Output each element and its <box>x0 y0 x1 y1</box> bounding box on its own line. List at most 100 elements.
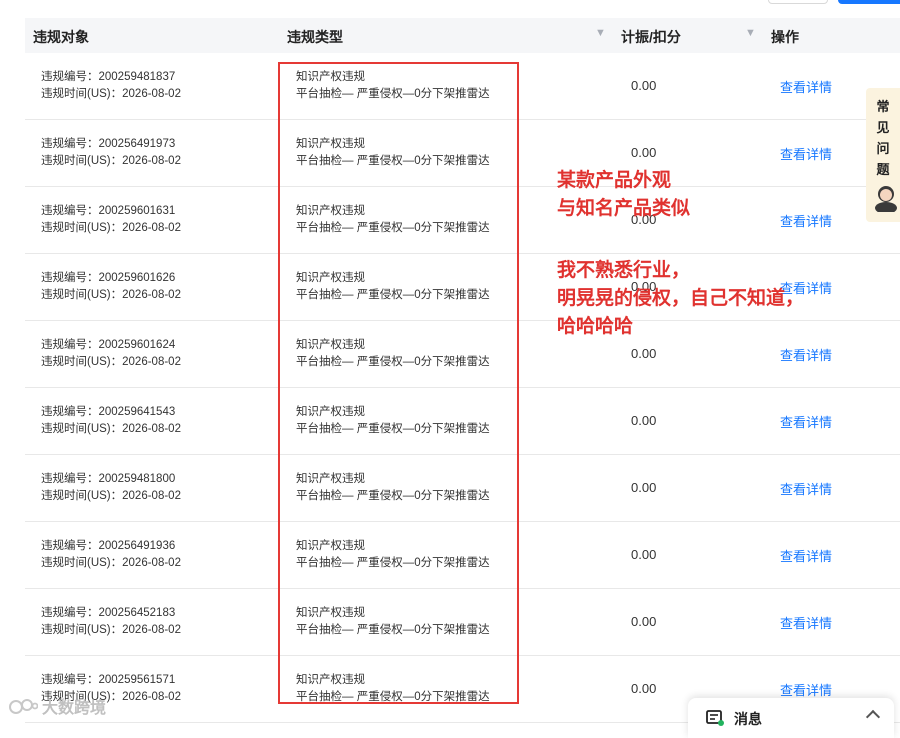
violation-object: 违规编号：200256491936 违规时间(US)：2026-08-02 <box>41 538 181 572</box>
violation-type-main: 知识产权违规 <box>296 607 365 619</box>
violation-score: 0.00 <box>631 413 657 428</box>
top-secondary-button[interactable] <box>768 0 828 4</box>
message-icon <box>706 710 724 726</box>
violation-object: 违规编号：200259601631 违规时间(US)：2026-08-02 <box>41 203 181 237</box>
view-details-link[interactable]: 查看详情 <box>780 546 832 565</box>
header-type: 违规类型 <box>287 29 343 45</box>
message-panel[interactable]: 消息 <box>688 698 894 738</box>
filter-icon[interactable]: ▼ <box>595 27 606 39</box>
violation-type: 知识产权违规 平台抽检— 严重侵权—0分下架推雷达 <box>296 270 490 304</box>
violation-type: 知识产权违规平台抽检— 严重侵权—0分下架推雷达 <box>296 203 490 237</box>
violation-score: 0.00 <box>631 480 657 495</box>
watermark: 大数跨境 <box>42 700 107 717</box>
annotation-line: 与知名产品类似 <box>557 197 691 219</box>
watermark-logo-icon <box>9 699 38 714</box>
table-row: 违规编号：200259481837 违规时间(US)：2026-08-02 知识产权… <box>25 53 900 120</box>
violation-type: 知识产权违规平台抽检— 严重侵权—0分下架推雷达 <box>296 136 490 170</box>
violation-time: 违规时间(US)：2026-08-02 <box>41 423 181 435</box>
violation-id: 违规编号：200259481800 <box>41 473 176 485</box>
violation-type: 知识产权违规平台抽检— 严重侵权—0分下架推雷达 <box>296 672 490 706</box>
filter-icon[interactable]: ▼ <box>745 27 756 39</box>
view-details-link[interactable]: 查看详情 <box>780 77 832 96</box>
view-details-link[interactable]: 查看详情 <box>780 144 832 163</box>
annotation-line: 哈哈哈哈 <box>557 315 634 337</box>
faq-char: 常 <box>876 99 890 114</box>
violation-type-main: 知识产权违规 <box>296 406 365 418</box>
violation-object: 违规编号：200259481837 违规时间(US)：2026-08-02 <box>41 69 181 103</box>
annotation-line: 明晃晃的侵权，自己不知道， <box>557 287 805 309</box>
view-details-link[interactable]: 查看详情 <box>780 613 832 632</box>
violation-time: 违规时间(US)：2026-08-02 <box>41 289 181 301</box>
table-row: 违规编号：200259481800 违规时间(US)：2026-08-02 知识产权… <box>25 455 900 522</box>
header-action: 操作 <box>771 29 799 45</box>
violation-time: 违规时间(US)：2026-08-02 <box>41 557 181 569</box>
violation-time: 违规时间(US)：2026-08-02 <box>41 356 181 368</box>
violation-type-detail: 平台抽检— 严重侵权—0分下架推雷达 <box>296 423 490 435</box>
violation-type: 知识产权违规 平台抽检— 严重侵权—0分下架推雷达 <box>296 337 490 371</box>
table-row: 违规编号：200256452183 违规时间(US)：2026-08-02 知识产权… <box>25 589 900 656</box>
violation-id: 违规编号：200256452183 <box>41 607 176 619</box>
violation-score: 0.00 <box>631 145 657 160</box>
violation-id: 违规编号：200259601624 <box>41 339 176 351</box>
annotation-note-2: 我不熟悉行业， 明晃晃的侵权，自己不知道， 哈哈哈哈 <box>557 256 804 340</box>
annotation-line: 我不熟悉行业， <box>557 259 691 281</box>
annotation-note-1: 某款产品外观 与知名产品类似 <box>557 166 690 222</box>
violation-score: 0.00 <box>631 547 657 562</box>
violation-type: 知识产权违规平台抽检— 严重侵权—0分下架推雷达 <box>296 404 490 438</box>
table-body: 违规编号：200259481837 违规时间(US)：2026-08-02 知识产权… <box>25 53 900 723</box>
view-details-link[interactable]: 查看详情 <box>780 211 832 230</box>
violation-type-detail: 平台抽检— 严重侵权—0分下架推雷达 <box>296 624 490 636</box>
violation-object: 违规编号：200259481800 违规时间(US)：2026-08-02 <box>41 471 181 505</box>
violation-type: 知识产权违规平台抽检— 严重侵权—0分下架推雷达 <box>296 605 490 639</box>
annotation-line: 某款产品外观 <box>557 169 672 191</box>
table-header: 违规对象 违规类型 ▼ 计振/扣分 ▼ 操作 <box>25 18 900 53</box>
table-row: 违规编号：200259601631 违规时间(US)：2026-08-02 知识产权… <box>25 187 900 254</box>
faq-char: 问 <box>876 141 890 156</box>
violation-type-detail: 平台抽检— 严重侵权—0分下架推雷达 <box>296 691 490 703</box>
violation-score: 0.00 <box>631 346 657 361</box>
violations-table: 违规对象 违规类型 ▼ 计振/扣分 ▼ 操作 违规编号：200259481837… <box>25 18 900 723</box>
violation-score: 0.00 <box>631 614 657 629</box>
violation-type-detail: 平台抽检— 严重侵权—0分下架推雷达 <box>296 222 490 234</box>
violation-type-detail: 平台抽检— 严重侵权—0分下架推雷达 <box>296 490 490 502</box>
violation-id: 违规编号：200259481837 <box>41 71 176 83</box>
violation-object: 违规编号：200259641543 违规时间(US)：2026-08-02 <box>41 404 181 438</box>
violation-id: 违规编号：200259601631 <box>41 205 176 217</box>
violation-time: 违规时间(US)：2026-08-02 <box>41 222 181 234</box>
violation-type-main: 知识产权违规 <box>296 138 365 150</box>
violation-type-main: 知识产权违规 <box>296 540 365 552</box>
table-row: 违规编号：200256491936 违规时间(US)：2026-08-02 知识产权… <box>25 522 900 589</box>
violation-type: 知识产权违规平台抽检— 严重侵权—0分下架推雷达 <box>296 471 490 505</box>
table-row: 违规编号：200256491973 违规时间(US)：2026-08-02 知识产权… <box>25 120 900 187</box>
view-details-link[interactable]: 查看详情 <box>780 680 832 699</box>
view-details-link[interactable]: 查看详情 <box>780 412 832 431</box>
view-details-link[interactable]: 查看详情 <box>780 479 832 498</box>
violation-type-main: 知识产权违规 <box>296 674 365 686</box>
violation-time: 违规时间(US)：2026-08-02 <box>41 490 181 502</box>
faq-char: 题 <box>876 162 890 177</box>
violation-time: 违规时间(US)：2026-08-02 <box>41 88 181 100</box>
message-title: 消息 <box>734 711 762 727</box>
violation-object: 违规编号：200256452183 违规时间(US)：2026-08-02 <box>41 605 181 639</box>
faq-char: 见 <box>876 120 890 135</box>
view-details-link[interactable]: 查看详情 <box>780 345 832 364</box>
violation-type-main: 知识产权违规 <box>296 71 365 83</box>
table-row: 违规编号：200259641543 违规时间(US)：2026-08-02 知识产权… <box>25 388 900 455</box>
faq-widget[interactable]: 常 见 问 题 <box>866 88 900 222</box>
violation-type: 知识产权违规平台抽检— 严重侵权—0分下架推雷达 <box>296 69 490 103</box>
violation-id: 违规编号：200259561571 <box>41 674 176 686</box>
violation-type-detail: 平台抽检— 严重侵权—0分下架推雷达 <box>296 88 490 100</box>
violation-time: 违规时间(US)：2026-08-02 <box>41 155 181 167</box>
violation-type-detail: 平台抽检— 严重侵权—0分下架推雷达 <box>296 155 490 167</box>
violation-score: 0.00 <box>631 78 657 93</box>
violation-type-detail: 平台抽检— 严重侵权—0分下架推雷达 <box>296 289 490 301</box>
violation-id: 违规编号：200259641543 <box>41 406 176 418</box>
top-primary-button[interactable] <box>838 0 900 4</box>
violation-type-main: 知识产权违规 <box>296 205 365 217</box>
avatar-icon <box>875 186 897 212</box>
chevron-up-icon[interactable] <box>865 709 881 725</box>
violation-type-main: 知识产权违规 <box>296 473 365 485</box>
violation-time: 违规时间(US)：2026-08-02 <box>41 624 181 636</box>
header-score: 计振/扣分 <box>621 29 681 45</box>
violation-object: 违规编号：200256491973 违规时间(US)：2026-08-02 <box>41 136 181 170</box>
